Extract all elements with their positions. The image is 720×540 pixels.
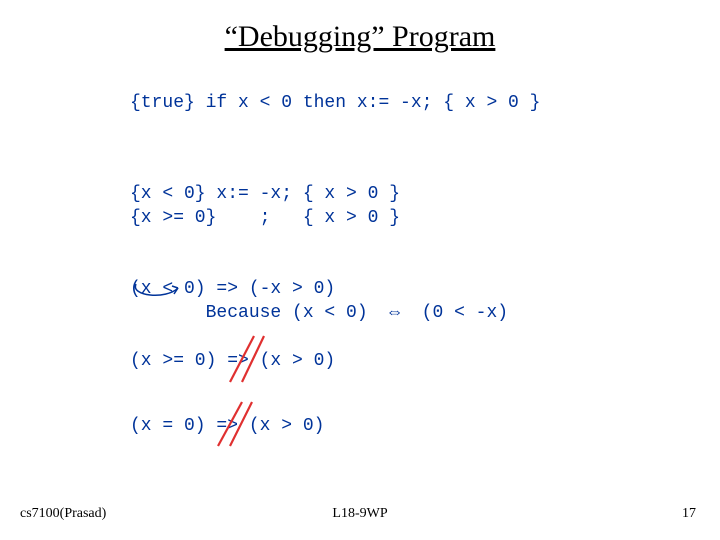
code-line-3b-suffix: (0 < -x) [400, 303, 508, 323]
iff-symbol: ⇔ [389, 303, 400, 323]
footer-center: L18-9WP [0, 506, 720, 522]
code-line-2a: {x < 0} x:= -x; { x > 0 } [130, 184, 400, 204]
code-line-2b: {x >= 0} ; { x > 0 } [130, 208, 400, 228]
footer-page-number: 17 [682, 506, 696, 522]
code-line-4: (x >= 0) => (x > 0) [130, 350, 335, 373]
code-block-3: (x < 0) => (-x > 0) Because (x < 0) ⇔ (0… [130, 255, 508, 325]
page-title: “Debugging” Program [0, 20, 720, 54]
code-line-1: {true} if x < 0 then x:= -x; { x > 0 } [130, 92, 540, 115]
curve-arrow-icon [132, 282, 182, 300]
slide: “Debugging” Program {true} if x < 0 then… [0, 0, 720, 540]
code-block-2: {x < 0} x:= -x; { x > 0 } {x >= 0} ; { x… [130, 160, 400, 230]
code-line-5: (x = 0) => (x > 0) [130, 415, 324, 438]
code-line-3b-prefix: Because (x < 0) [130, 303, 389, 323]
